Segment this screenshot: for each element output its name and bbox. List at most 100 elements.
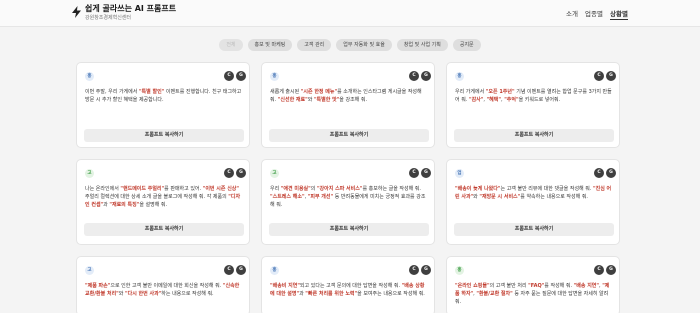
prompt-keyword: "제품 파손": [85, 283, 111, 289]
filter-chip-all[interactable]: 전체: [219, 39, 243, 51]
prompt-text-segment: 으로 인한 고객 불만 이메일에 대한 회신을 작성해 줘.: [110, 283, 223, 289]
prompt-text: "배송이 늦게 나왔다"는 고객 불만 리뷰에 대한 댓글을 작성해 줘. "진…: [455, 185, 613, 201]
prompt-text-segment: 이번 주말, 우리 가게에서: [85, 89, 139, 95]
prompt-card: 홍 C G 우리 가게에서 "오픈 1주년" 기념 이벤트를 열려는 합업 문구를 3…: [446, 62, 620, 148]
prompt-keyword: "핸드메이드 주얼리": [120, 186, 165, 192]
prompt-text-segment: 을 설명해 줘.: [139, 202, 168, 208]
prompt-keyword: "배송이 늦게 나왔다": [455, 186, 501, 192]
prompt-text-segment: 를 판매하고 있어.: [164, 186, 203, 192]
prompt-card: 고 C G 나는 온라인에서 "핸드메이드 주얼리"를 판매하고 있어. "이번 시즌…: [76, 159, 250, 245]
prompt-keyword: "빠른 처리를 위한 노력": [305, 291, 358, 297]
gemini-model-icon[interactable]: G: [236, 168, 246, 178]
prompt-text: "제품 파손"으로 인한 고객 불만 이메일에 대한 회신을 작성해 줘. "신…: [85, 282, 243, 298]
prompt-keyword: "FAQ": [528, 283, 545, 289]
category-badge: 홍: [270, 72, 279, 81]
prompt-card: 홍 C G "배송비 지연"되고 있다는 고객 문의에 대한 답변을 작성해 줘. "…: [261, 256, 435, 313]
prompt-text: 우리 "애견 미용실"의 "강아지 스파 서비스"를 홍보하는 글을 작성해 줘…: [270, 185, 428, 209]
prompt-text-segment: 를 홍보하는 글을 작성해 줘.: [362, 186, 422, 192]
prompt-text-segment: 를 작성해 줘.: [544, 283, 574, 289]
category-badge: 고: [270, 169, 279, 178]
prompt-card: 홍 C G "온라인 쇼핑몰"의 고객 불만 처리 "FAQ"를 작성해 줘. "배송…: [446, 256, 620, 313]
nav-industry[interactable]: 업종별: [585, 8, 603, 18]
prompt-text: 이번 주말, 우리 가게에서 "특별 할인" 이벤트를 진행합니다. 친구 태그…: [85, 88, 243, 104]
filter-bar: 전체 홍보 및 마케팅 고객 관리 업무 자동화 및 효율 창업 및 사업 기획…: [0, 39, 700, 51]
chatgpt-model-icon[interactable]: C: [409, 168, 419, 178]
prompt-text: 나는 온라인에서 "핸드메이드 주얼리"를 판매하고 있어. "이번 시즌 신상…: [85, 185, 243, 209]
prompt-keyword: "특별 할인": [138, 89, 165, 95]
copy-prompt-button[interactable]: 프롬프트 복사하기: [269, 129, 429, 142]
chatgpt-model-icon[interactable]: C: [594, 265, 604, 275]
prompt-keyword: "다시 한번 사과": [124, 291, 162, 297]
gemini-model-icon[interactable]: G: [606, 168, 616, 178]
prompt-text-segment: 을 키워드로 넣어줘.: [518, 97, 561, 103]
prompt-keyword: "재방문 시 서비스": [479, 194, 521, 200]
filter-chip-notice[interactable]: 공지문: [452, 39, 481, 51]
prompt-text-segment: 되고 있다는 고객 문의에 대한 답변을 작성해 줘.: [299, 283, 402, 289]
prompt-text-segment: 을 보여주는 내용으로 작성해 줘.: [357, 291, 425, 297]
filter-chip-startup[interactable]: 창업 및 사업 기획: [396, 39, 448, 51]
prompt-text-segment: 새롭게 출시된: [270, 89, 301, 95]
copy-prompt-button[interactable]: 프롬프트 복사하기: [454, 129, 614, 142]
chatgpt-model-icon[interactable]: C: [409, 265, 419, 275]
prompt-keyword: "재료의 특징": [109, 202, 140, 208]
gemini-model-icon[interactable]: G: [606, 265, 616, 275]
filter-chip-automation[interactable]: 업무 자동화 및 효율: [336, 39, 392, 51]
prompt-keyword: "피부 개선": [307, 194, 334, 200]
prompt-text: "온라인 쇼핑몰"의 고객 불만 처리 "FAQ"를 작성해 줘. "배송 지연…: [455, 282, 613, 306]
chatgpt-model-icon[interactable]: C: [224, 71, 234, 81]
prompt-keyword: "신선한 재료": [277, 97, 308, 103]
copy-prompt-button[interactable]: 프롬프트 복사하기: [84, 129, 244, 142]
nav-situation[interactable]: 상황별: [610, 8, 628, 20]
top-header: 쉽게 골라쓰는 AI 프롬프트 강원창조경제혁신센터 소개 업종별 상황별: [0, 0, 700, 27]
gemini-model-icon[interactable]: G: [421, 71, 431, 81]
prompt-keyword: "배송비 지연": [270, 283, 300, 289]
gemini-model-icon[interactable]: G: [421, 265, 431, 275]
prompt-card: 고 C G 우리 "애견 미용실"의 "강아지 스파 서비스"를 홍보하는 글을 작성…: [261, 159, 435, 245]
prompt-keyword: "특별한 맛": [313, 97, 340, 103]
prompt-card: 홍 C G 새롭게 출시된 "시즌 한정 메뉴"를 소개하는 인스타그램 게시글을 작…: [261, 62, 435, 148]
chatgpt-model-icon[interactable]: C: [409, 71, 419, 81]
chatgpt-model-icon[interactable]: C: [594, 168, 604, 178]
brand-title: 쉽게 골라쓰는 AI 프롬프트: [85, 4, 177, 13]
copy-prompt-button[interactable]: 프롬프트 복사하기: [84, 223, 244, 236]
prompt-keyword: "배송 지연": [573, 283, 600, 289]
prompt-card: 업 C G "배송이 늦게 나왔다"는 고객 불만 리뷰에 대한 댓글을 작성해 줘.…: [446, 159, 620, 245]
category-badge: 고: [85, 169, 94, 178]
copy-prompt-button[interactable]: 프롬프트 복사하기: [269, 223, 429, 236]
prompt-text-segment: 의 고객 불만 처리: [489, 283, 529, 289]
chatgpt-model-icon[interactable]: C: [594, 71, 604, 81]
brand-subtitle: 강원창조경제혁신센터: [85, 15, 132, 21]
chatgpt-model-icon[interactable]: C: [224, 168, 234, 178]
prompt-keyword: "이번 시즌 신상": [202, 186, 240, 192]
prompt-keyword: "혜택": [486, 97, 501, 103]
gemini-model-icon[interactable]: G: [236, 265, 246, 275]
prompt-keyword: "강아지 스파 서비스": [316, 186, 363, 192]
filter-chip-marketing[interactable]: 홍보 및 마케팅: [247, 39, 293, 51]
gemini-model-icon[interactable]: G: [606, 71, 616, 81]
prompt-text-segment: 나는 온라인에서: [85, 186, 121, 192]
category-badge: 업: [455, 169, 464, 178]
filter-chip-customer[interactable]: 고객 관리: [297, 39, 332, 51]
prompt-keyword: "온라인 쇼핑몰": [455, 283, 490, 289]
gemini-model-icon[interactable]: G: [421, 168, 431, 178]
gemini-model-icon[interactable]: G: [236, 71, 246, 81]
prompt-keyword: "추억": [504, 97, 519, 103]
category-badge: 홍: [85, 72, 94, 81]
nav-intro[interactable]: 소개: [566, 8, 578, 18]
prompt-text-segment: 을 강조해 줘.: [339, 97, 368, 103]
prompt-text-segment: 하는 내용으로 작성해 줘.: [161, 291, 214, 297]
prompt-keyword: "감사": [468, 97, 484, 103]
prompt-text-segment: 우리 가게에서: [455, 89, 486, 95]
chatgpt-model-icon[interactable]: C: [224, 265, 234, 275]
prompt-text-segment: 는 고객 불만 리뷰에 대한 댓글을 작성해 줘.: [500, 186, 594, 192]
prompt-text: "배송비 지연"되고 있다는 고객 문의에 대한 답변을 작성해 줘. "배송 …: [270, 282, 428, 298]
prompt-keyword: "환불/교환 절차": [476, 291, 513, 297]
copy-prompt-button[interactable]: 프롬프트 복사하기: [454, 223, 614, 236]
prompt-keyword: "시즌 한정 메뉴": [300, 89, 338, 95]
prompt-keyword: "애견 미용실": [280, 186, 311, 192]
category-badge: 홍: [455, 72, 464, 81]
prompt-card: 홍 C G 이번 주말, 우리 가게에서 "특별 할인" 이벤트를 진행합니다. 친구…: [76, 62, 250, 148]
prompt-keyword: "스트레스 해소": [270, 194, 305, 200]
prompt-keyword: "오픈 1주년": [485, 89, 515, 95]
prompt-text-segment: 를 약속하는 내용으로 작성해 줘.: [520, 194, 589, 200]
